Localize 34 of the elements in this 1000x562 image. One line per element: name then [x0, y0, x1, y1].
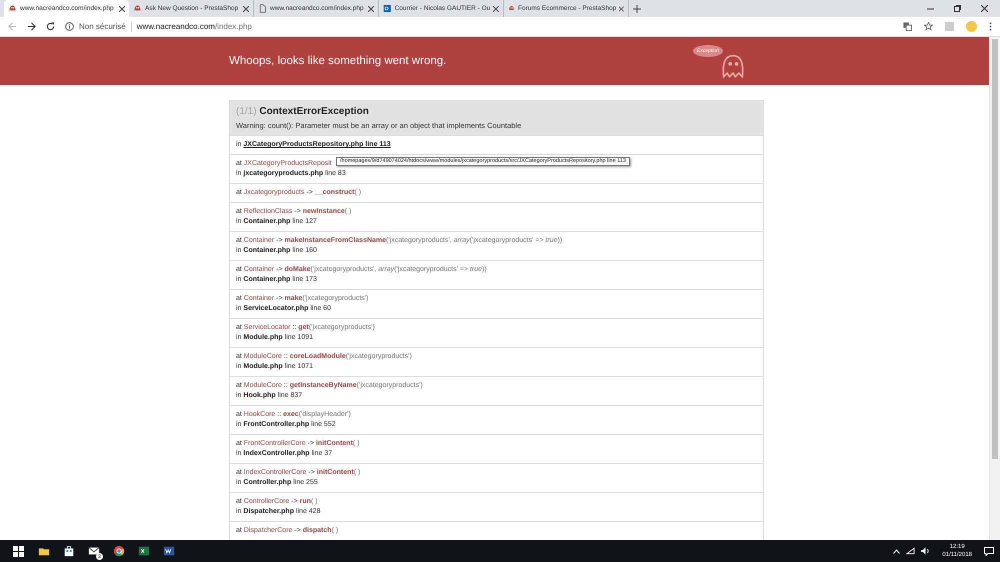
exception-title: (1/1) ContextErrorException — [236, 106, 370, 117]
windows-start-icon[interactable] — [13, 546, 24, 556]
page-icon — [258, 4, 267, 13]
scrollbar[interactable] — [989, 37, 1000, 540]
close-icon[interactable] — [119, 6, 125, 12]
ghost-icon — [8, 4, 17, 13]
security-label: Non sécurisé — [79, 22, 126, 31]
close-icon[interactable] — [368, 6, 374, 12]
close-icon[interactable] — [243, 6, 249, 12]
new-tab-icon[interactable] — [633, 4, 641, 12]
info-icon[interactable] — [65, 22, 74, 31]
mail-app-icon — [383, 4, 392, 13]
chrome-icon[interactable] — [112, 545, 124, 557]
restore-icon[interactable] — [954, 5, 961, 12]
menu-icon[interactable] — [989, 22, 992, 31]
close-icon[interactable] — [619, 6, 624, 12]
notification-icon[interactable] — [984, 546, 994, 556]
caret-icon[interactable] — [893, 548, 900, 554]
ghost-icon — [133, 4, 142, 13]
close-icon[interactable] — [493, 6, 499, 12]
star-icon[interactable] — [924, 22, 933, 31]
close-icon[interactable] — [981, 5, 988, 12]
document-icon[interactable] — [162, 545, 174, 557]
url-text[interactable]: www.nacreandco.com/index.php — [136, 22, 252, 31]
envelope-icon[interactable] — [88, 545, 100, 557]
translate-icon[interactable] — [903, 22, 912, 31]
forward-icon[interactable] — [27, 22, 36, 31]
shopping-bag-icon[interactable] — [62, 545, 74, 557]
ghost-icon — [508, 4, 516, 13]
wifi-icon[interactable] — [906, 547, 916, 555]
spreadsheet-icon[interactable] — [138, 545, 150, 557]
reload-icon[interactable] — [46, 22, 55, 31]
volume-icon[interactable] — [921, 547, 930, 555]
error-heading: Whoops, looks like something went wrong. — [229, 55, 446, 67]
